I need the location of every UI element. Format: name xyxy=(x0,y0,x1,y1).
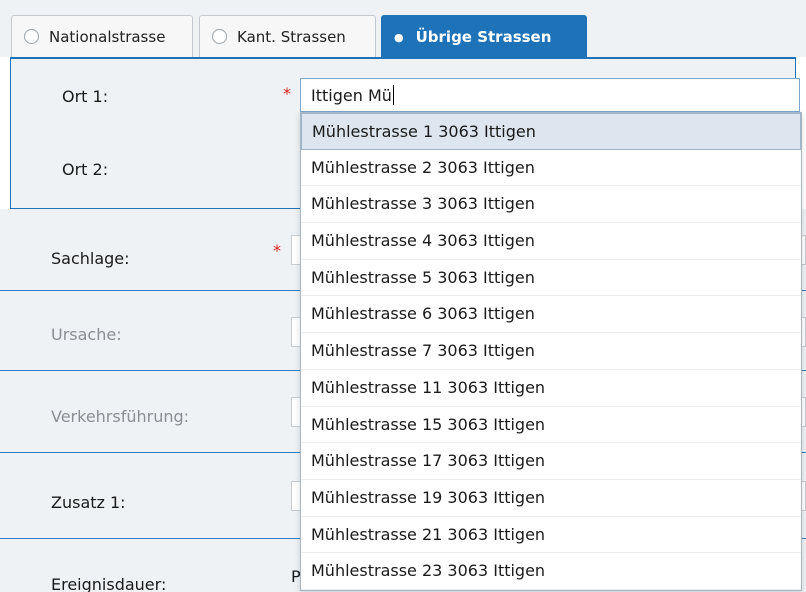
autocomplete-item[interactable]: Mühlestrasse 7 3063 Ittigen xyxy=(301,333,801,370)
autocomplete-item[interactable]: Mühlestrasse 15 3063 Ittigen xyxy=(301,407,801,444)
tab-label: Übrige Strassen xyxy=(415,28,552,46)
autocomplete-item[interactable]: Mühlestrasse 3 3063 Ittigen xyxy=(301,186,801,224)
autocomplete-dropdown: Mühlestrasse 1 3063 Ittigen Mühlestrasse… xyxy=(300,112,802,591)
verkehrsfuehrung-label: Verkehrsführung: xyxy=(51,407,190,426)
ort1-label: Ort 1: xyxy=(62,87,109,106)
radio-icon xyxy=(24,29,39,44)
tab-label: Kant. Strassen xyxy=(237,27,346,46)
required-marker: * xyxy=(283,84,291,103)
radio-icon xyxy=(212,29,227,44)
autocomplete-item[interactable]: Mühlestrasse 1 3063 Ittigen xyxy=(301,113,801,150)
autocomplete-item[interactable]: Mühlestrasse 17 3063 Ittigen xyxy=(301,443,801,480)
autocomplete-item[interactable]: Mühlestrasse 19 3063 Ittigen xyxy=(301,480,801,517)
required-marker: * xyxy=(273,241,281,260)
autocomplete-item[interactable]: Mühlestrasse 4 3063 Ittigen xyxy=(301,223,801,260)
autocomplete-item[interactable]: Mühlestrasse 11 3063 Ittigen xyxy=(301,370,801,407)
ereignisdauer-label: Ereignisdauer: xyxy=(51,575,167,592)
tab-label: Nationalstrasse xyxy=(49,27,166,46)
autocomplete-item[interactable]: Mühlestrasse 6 3063 Ittigen xyxy=(301,296,801,334)
autocomplete-item[interactable]: Mühlestrasse 21 3063 Ittigen xyxy=(301,517,801,554)
text-caret xyxy=(392,85,394,105)
radio-selected-icon: ● xyxy=(394,30,404,44)
tab-uebrige-strassen[interactable]: ● Übrige Strassen xyxy=(381,15,587,58)
tab-bar: Nationalstrasse Kant. Strassen ● Übrige … xyxy=(0,0,806,58)
autocomplete-item[interactable]: Mühlestrasse 2 3063 Ittigen xyxy=(301,150,801,187)
ort1-value: Ittigen Mü xyxy=(311,85,392,105)
tab-nationalstrasse[interactable]: Nationalstrasse xyxy=(11,15,193,57)
tab-kant-strassen[interactable]: Kant. Strassen xyxy=(199,15,376,57)
ursache-label: Ursache: xyxy=(51,325,122,344)
autocomplete-item[interactable]: Mühlestrasse 23 3063 Ittigen xyxy=(301,553,801,590)
zusatz1-label: Zusatz 1: xyxy=(51,493,126,512)
ort2-label: Ort 2: xyxy=(62,160,109,179)
autocomplete-item[interactable]: Mühlestrasse 5 3063 Ittigen xyxy=(301,260,801,297)
sachlage-label: Sachlage: xyxy=(51,249,130,268)
ort1-input[interactable]: Ittigen Mü xyxy=(300,78,800,112)
